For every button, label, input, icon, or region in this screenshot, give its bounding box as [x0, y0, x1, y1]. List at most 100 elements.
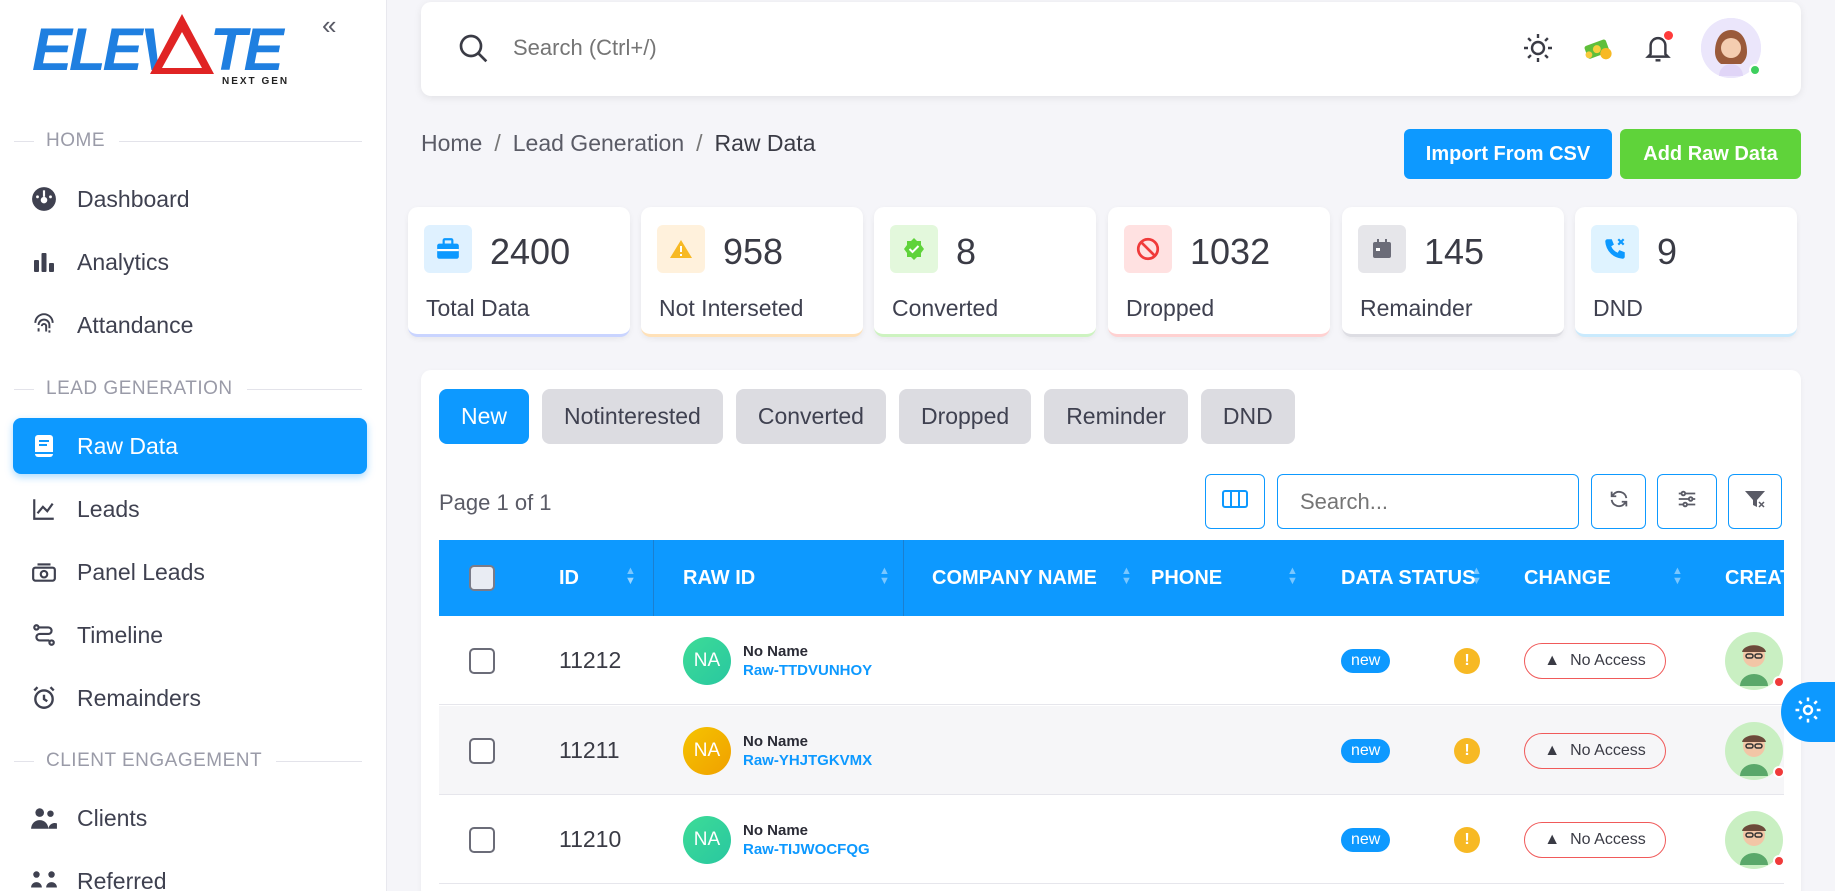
- gear-icon: [1793, 695, 1823, 730]
- tab-dropped[interactable]: Dropped: [898, 389, 1032, 444]
- collapse-sidebar-icon[interactable]: «: [322, 10, 336, 41]
- user-avatar[interactable]: [1701, 18, 1761, 78]
- tab-reminder[interactable]: Reminder: [1044, 389, 1188, 444]
- alert-icon[interactable]: !: [1454, 647, 1480, 674]
- column-phone[interactable]: PHONE: [1151, 540, 1222, 616]
- warning-icon: ▲: [1544, 830, 1561, 848]
- add-raw-data-button[interactable]: Add Raw Data: [1620, 129, 1801, 179]
- stat-card-total-data[interactable]: 2400 Total Data: [408, 207, 630, 337]
- alert-icon[interactable]: !: [1454, 826, 1480, 853]
- refresh-button[interactable]: [1591, 474, 1646, 529]
- table-row[interactable]: 11212 NA No Name Raw-TTDVUNHOY new ! ▲ No …: [439, 616, 1785, 705]
- breadcrumb-lead-generation[interactable]: Lead Generation: [513, 130, 684, 157]
- notification-bell-icon[interactable]: [1641, 31, 1675, 65]
- svg-text:TE: TE: [210, 16, 286, 83]
- creator-avatar[interactable]: [1725, 810, 1785, 869]
- filter-button[interactable]: [1728, 474, 1782, 529]
- referral-icon: [29, 866, 59, 891]
- sidebar-item-clients[interactable]: Clients: [13, 790, 367, 846]
- bar-chart-icon: [29, 247, 59, 277]
- columns-button[interactable]: [1205, 474, 1265, 529]
- section-lead-generation: LEAD GENERATION: [14, 378, 362, 400]
- table-row[interactable]: 11211 NA No Name Raw-YHJTGKVMX new ! ▲ No …: [439, 706, 1785, 795]
- column-raw-id[interactable]: RAW ID: [683, 540, 755, 616]
- sidebar-item-analytics[interactable]: Analytics: [13, 234, 367, 290]
- sort-icon[interactable]: ▲ ▼: [879, 566, 890, 587]
- money-stack-icon[interactable]: [1581, 31, 1615, 65]
- check-badge-icon: [890, 225, 938, 273]
- initials-avatar: NA: [683, 636, 731, 685]
- sidebar-item-panel-leads[interactable]: Panel Leads: [13, 544, 367, 600]
- sort-icon[interactable]: ▲ ▼: [1287, 566, 1298, 587]
- creator-avatar[interactable]: [1725, 631, 1785, 690]
- stat-card-not-interested[interactable]: 958 Not Interseted: [641, 207, 863, 337]
- sort-icon[interactable]: ▲ ▼: [1471, 566, 1482, 587]
- select-all-checkbox[interactable]: [469, 565, 495, 591]
- breadcrumb: Home / Lead Generation / Raw Data: [421, 130, 816, 157]
- sidebar-item-remainders[interactable]: Remainders: [13, 670, 367, 726]
- warning-icon: ▲: [1544, 741, 1561, 759]
- row-name: No Name: [743, 821, 809, 839]
- row-raw-id-link[interactable]: Raw-TTDVUNHOY: [743, 661, 872, 680]
- briefcase-icon: [424, 225, 472, 273]
- sliders-icon: [1676, 488, 1698, 515]
- stat-card-dnd[interactable]: 9 DND: [1575, 207, 1797, 337]
- row-id: 11212: [559, 647, 622, 673]
- brand-logo[interactable]: ELEV TE NEXT GEN: [32, 12, 312, 88]
- row-raw-id-link[interactable]: Raw-TIJWOCFQG: [743, 840, 870, 859]
- tab-converted[interactable]: Converted: [735, 389, 886, 444]
- column-company-name[interactable]: COMPANY NAME: [932, 540, 1097, 616]
- filter-icon: [1743, 488, 1767, 515]
- page-info: Page 1 of 1: [439, 490, 552, 515]
- sidebar-item-raw-data[interactable]: Raw Data: [13, 418, 367, 474]
- settings-gear-button[interactable]: [1781, 682, 1835, 742]
- no-access-badge: ▲ No Access: [1524, 732, 1666, 769]
- breadcrumb-current: Raw Data: [714, 130, 816, 156]
- table-search-input[interactable]: [1277, 474, 1579, 529]
- no-access-badge: ▲ No Access: [1524, 821, 1666, 858]
- sort-icon[interactable]: ▲ ▼: [1121, 566, 1132, 587]
- sort-icon[interactable]: ▲ ▼: [1672, 566, 1683, 587]
- column-change[interactable]: CHANGE: [1524, 540, 1611, 616]
- initials-avatar: NA: [683, 815, 731, 864]
- tab-dnd[interactable]: DND: [1200, 389, 1295, 444]
- column-created[interactable]: CREAT: [1725, 540, 1792, 616]
- fingerprint-icon: [29, 310, 59, 340]
- sort-icon[interactable]: ▲ ▼: [625, 566, 636, 587]
- search-icon[interactable]: [457, 32, 489, 69]
- line-chart-icon: [29, 494, 59, 524]
- sidebar-item-dashboard[interactable]: Dashboard: [13, 171, 367, 227]
- row-id: 11210: [559, 826, 622, 852]
- status-tabs: New Notinterested Converted Dropped Remi…: [439, 389, 1295, 444]
- global-search-input[interactable]: [513, 28, 1213, 68]
- sidebar-item-referred[interactable]: Referred: [13, 853, 367, 891]
- adjust-button[interactable]: [1657, 474, 1717, 529]
- row-checkbox[interactable]: [469, 737, 495, 764]
- row-raw-id-link[interactable]: Raw-YHJTGKVMX: [743, 751, 872, 770]
- row-name: No Name: [743, 732, 809, 750]
- theme-toggle-sun-icon[interactable]: [1521, 31, 1555, 65]
- creator-avatar[interactable]: [1725, 721, 1785, 780]
- row-checkbox[interactable]: [469, 647, 495, 674]
- column-id[interactable]: ID: [559, 540, 579, 616]
- sidebar: ELEV TE NEXT GEN « HOME Dashboard Analyt…: [0, 0, 387, 891]
- stat-card-dropped[interactable]: 1032 Dropped: [1108, 207, 1330, 337]
- sidebar-item-attandance[interactable]: Attandance: [13, 297, 367, 353]
- stat-card-remainder[interactable]: 145 Remainder: [1342, 207, 1564, 337]
- alert-icon[interactable]: !: [1454, 737, 1480, 764]
- sidebar-item-leads[interactable]: Leads: [13, 481, 367, 537]
- column-data-status[interactable]: DATA STATUS: [1341, 540, 1475, 616]
- tab-notinterested[interactable]: Notinterested: [542, 389, 723, 444]
- section-home: HOME: [14, 130, 362, 152]
- raw-data-card: New Notinterested Converted Dropped Remi…: [421, 370, 1801, 891]
- tab-new[interactable]: New: [439, 389, 530, 444]
- no-access-badge: ▲ No Access: [1524, 642, 1666, 679]
- sidebar-item-timeline[interactable]: Timeline: [13, 607, 367, 663]
- import-from-csv-button[interactable]: Import From CSV: [1404, 129, 1612, 179]
- row-checkbox[interactable]: [469, 826, 495, 853]
- breadcrumb-home[interactable]: Home: [421, 130, 482, 157]
- stat-card-converted[interactable]: 8 Converted: [874, 207, 1096, 337]
- status-badge: new: [1341, 648, 1391, 673]
- table-row[interactable]: 11210 NA No Name Raw-TIJWOCFQG new ! ▲ No …: [439, 795, 1785, 884]
- section-client-engagement: CLIENT ENGAGEMENT: [14, 750, 362, 772]
